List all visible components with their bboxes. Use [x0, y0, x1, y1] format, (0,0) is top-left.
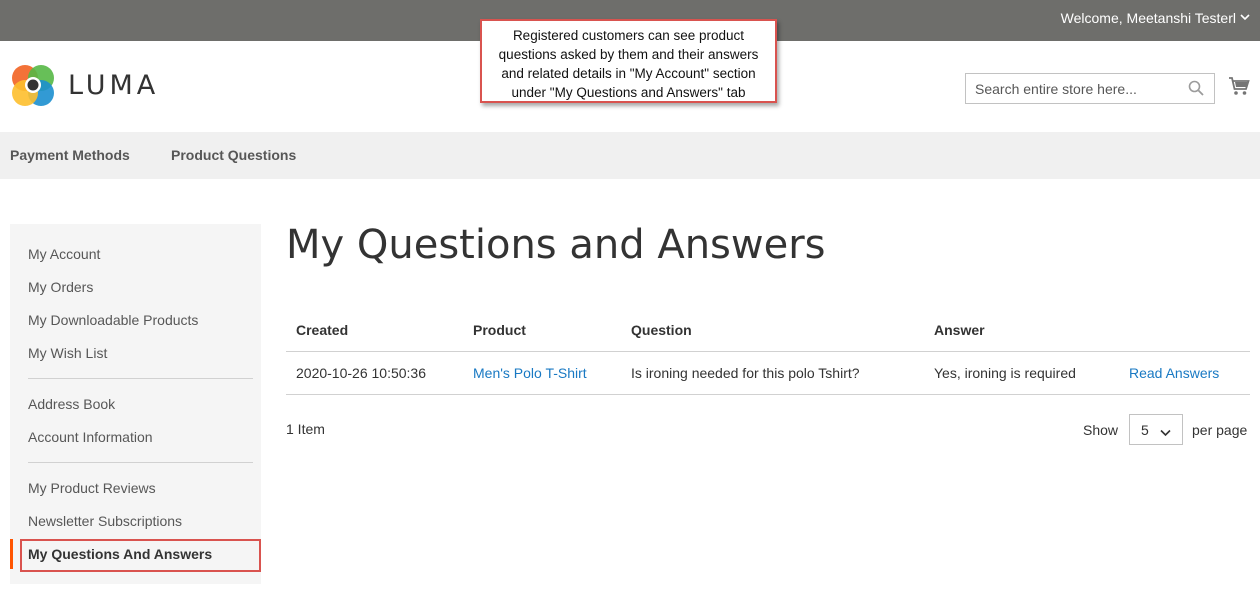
sidebar-item-downloadable-products[interactable]: My Downloadable Products — [28, 312, 198, 328]
per-page-label: per page — [1192, 422, 1248, 438]
sidebar-item-my-account[interactable]: My Account — [28, 246, 100, 262]
read-answers-link[interactable]: Read Answers — [1129, 365, 1219, 381]
product-link[interactable]: Men's Polo T-Shirt — [473, 365, 587, 381]
welcome-text: Welcome, Meetanshi Testerl — [1060, 10, 1236, 26]
per-page-select[interactable]: 5 — [1129, 414, 1183, 445]
nav-item-product-questions[interactable]: Product Questions — [171, 147, 296, 163]
table-header-divider — [286, 351, 1250, 352]
chevron-down-icon — [1240, 12, 1250, 24]
sidebar-item-product-reviews[interactable]: My Product Reviews — [28, 480, 156, 496]
search-icon[interactable] — [1188, 80, 1204, 101]
callout-line-2: questions asked by them and their answer… — [498, 47, 759, 62]
store-logo[interactable]: LUMA — [10, 62, 159, 108]
account-sidebar: My Account My Orders My Downloadable Pro… — [10, 224, 261, 584]
sidebar-item-my-questions-and-answers[interactable]: My Questions And Answers — [28, 546, 212, 562]
sidebar-item-account-information[interactable]: Account Information — [28, 429, 153, 445]
annotation-callout: Registered customers can see product que… — [480, 19, 777, 103]
sidebar-divider — [28, 462, 253, 463]
page-title: My Questions and Answers — [286, 222, 826, 268]
sidebar-item-my-orders[interactable]: My Orders — [28, 279, 93, 295]
callout-line-1: Registered customers can see product — [512, 28, 745, 43]
nav-item-payment-methods[interactable]: Payment Methods — [10, 147, 130, 163]
cart-icon[interactable] — [1228, 76, 1250, 101]
item-count: 1 Item — [286, 421, 325, 437]
callout-line-3: and related details in "My Account" sect… — [501, 66, 756, 81]
cell-created: 2020-10-26 10:50:36 — [296, 365, 426, 381]
show-label: Show — [1083, 422, 1119, 438]
sidebar-item-address-book[interactable]: Address Book — [28, 396, 115, 412]
sidebar-item-wish-list[interactable]: My Wish List — [28, 345, 107, 361]
active-item-accent — [10, 539, 13, 569]
column-header-created: Created — [296, 322, 349, 338]
cell-answer: Yes, ironing is required — [934, 365, 1076, 381]
column-header-product: Product — [473, 322, 526, 338]
column-header-answer: Answer — [934, 322, 985, 338]
column-header-question: Question — [631, 322, 692, 338]
per-page-value: 5 — [1141, 422, 1149, 438]
cell-question: Is ironing needed for this polo Tshirt? — [631, 365, 860, 381]
search-box — [965, 73, 1215, 104]
sidebar-item-newsletter-subscriptions[interactable]: Newsletter Subscriptions — [28, 513, 182, 529]
main-nav: Payment Methods Product Questions — [0, 132, 1260, 179]
welcome-menu[interactable]: Welcome, Meetanshi Testerl — [1061, 10, 1250, 26]
sidebar-divider — [28, 378, 253, 379]
chevron-down-icon — [1160, 424, 1171, 440]
logo-text: LUMA — [68, 69, 160, 101]
callout-line-4: under "My Questions and Answers" tab — [511, 85, 746, 100]
search-input[interactable] — [966, 74, 1176, 103]
table-row-divider — [286, 394, 1250, 395]
luma-logo-icon — [10, 62, 56, 108]
